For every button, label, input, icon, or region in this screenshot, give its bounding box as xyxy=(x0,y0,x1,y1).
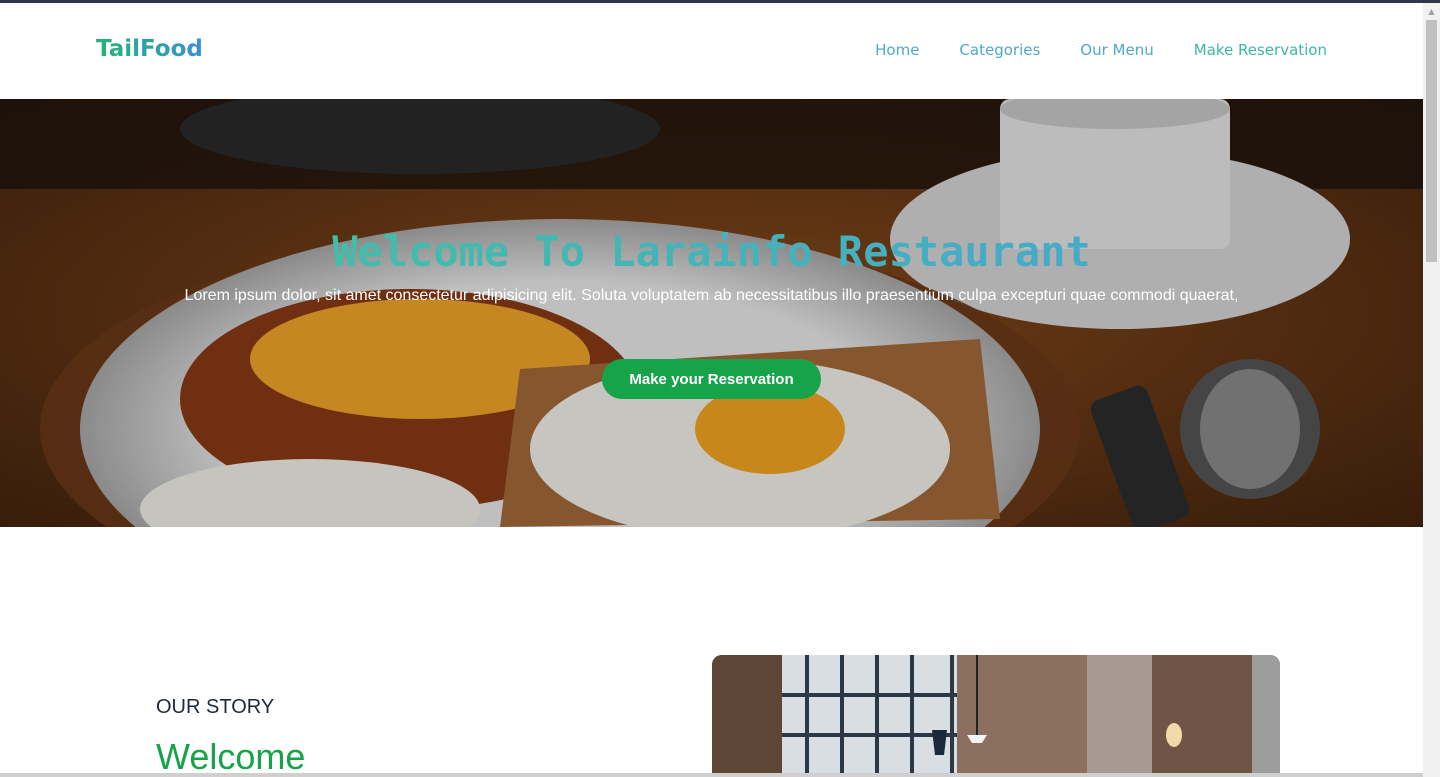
make-reservation-button[interactable]: Make your Reservation xyxy=(602,359,821,399)
hero-section: Welcome To Larainfo Restaurant Lorem ips… xyxy=(0,99,1423,527)
scroll-up-icon[interactable]: ▲ xyxy=(1423,3,1440,20)
scrollbar-thumb[interactable] xyxy=(1426,20,1437,262)
story-title: Welcome xyxy=(156,736,306,777)
hero-subtitle: Lorem ipsum dolor, sit amet consectetur … xyxy=(184,287,1239,304)
bottom-strip xyxy=(0,773,1423,777)
nav-link-make-reservation[interactable]: Make Reservation xyxy=(1194,41,1327,59)
hero-title: Welcome To Larainfo Restaurant xyxy=(0,227,1423,276)
navbar: TailFood Home Categories Our Menu Make R… xyxy=(0,3,1423,99)
nav-link-our-menu[interactable]: Our Menu xyxy=(1080,41,1153,59)
nav-link-home[interactable]: Home xyxy=(875,41,919,59)
vertical-scrollbar[interactable]: ▲ xyxy=(1423,3,1440,777)
hero-food-image xyxy=(0,99,1423,527)
nav-links: Home Categories Our Menu Make Reservatio… xyxy=(875,41,1327,59)
restaurant-interior-image xyxy=(712,655,1280,777)
nav-link-categories[interactable]: Categories xyxy=(959,41,1040,59)
story-label: OUR STORY xyxy=(156,696,275,718)
brand-logo[interactable]: TailFood xyxy=(96,36,203,62)
